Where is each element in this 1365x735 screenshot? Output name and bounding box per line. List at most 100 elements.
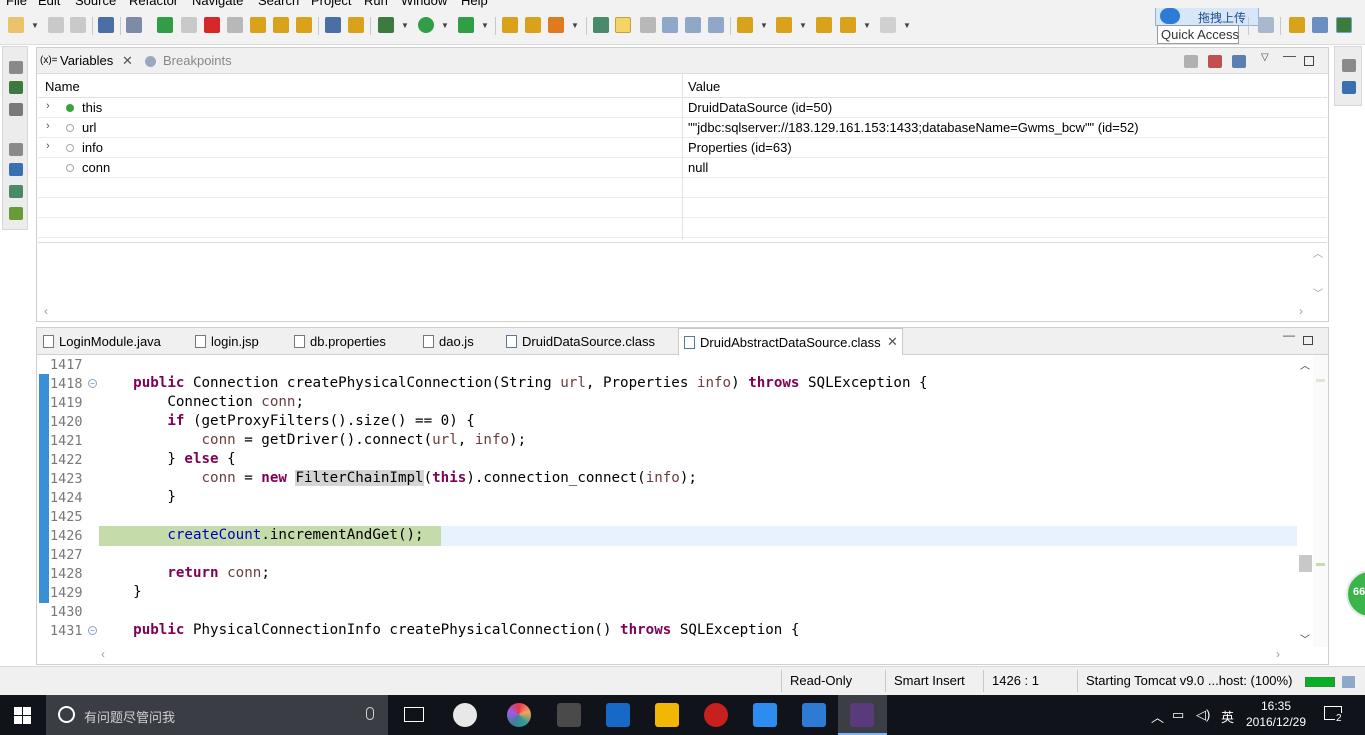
maximize-icon[interactable] bbox=[1304, 56, 1314, 66]
scroll-up-arrow-icon[interactable]: ︿ bbox=[1300, 357, 1310, 372]
code-line[interactable]: Connection conn; bbox=[99, 394, 304, 410]
windows-start-icon[interactable] bbox=[14, 707, 31, 724]
restore-icon[interactable] bbox=[9, 61, 23, 74]
floating-assistant-ball[interactable]: 66 bbox=[1346, 570, 1365, 618]
code-line[interactable]: return conn; bbox=[99, 565, 270, 581]
overview-marker[interactable] bbox=[1316, 379, 1325, 382]
code-line[interactable]: public PhysicalConnectionInfo createPhys… bbox=[99, 622, 799, 638]
battery-icon[interactable]: ▭ bbox=[1172, 707, 1184, 723]
cortana-search-box[interactable]: 有问题尽管问我 bbox=[46, 695, 388, 735]
open-perspective-icon[interactable] bbox=[1258, 17, 1274, 33]
menu-navigate[interactable]: Navigate bbox=[192, 0, 243, 8]
column-header-name[interactable]: Name bbox=[45, 79, 80, 94]
block-selection-icon[interactable] bbox=[640, 17, 656, 33]
chevron-down-icon[interactable]: ▼ bbox=[571, 21, 579, 30]
chevron-down-icon[interactable]: ▼ bbox=[799, 21, 807, 30]
app-icon-zhihu[interactable] bbox=[606, 703, 630, 727]
chevron-down-icon[interactable]: ▼ bbox=[401, 21, 409, 30]
menu-file[interactable]: File bbox=[6, 0, 27, 8]
tab-druiddatasource-class[interactable]: DruidDataSource.class bbox=[506, 328, 655, 355]
microphone-icon[interactable] bbox=[366, 707, 374, 720]
scrollbar-thumb[interactable] bbox=[1299, 555, 1312, 572]
chevron-down-icon[interactable]: ▼ bbox=[903, 21, 911, 30]
new-icon[interactable] bbox=[8, 17, 24, 33]
servers-icon[interactable] bbox=[9, 103, 23, 116]
scroll-right-arrow-icon[interactable]: › bbox=[1299, 304, 1303, 318]
scroll-left-arrow-icon[interactable]: ‹ bbox=[44, 304, 48, 318]
tab-db-properties[interactable]: db.properties bbox=[294, 328, 386, 355]
horizontal-scrollbar[interactable]: ‹ › bbox=[95, 647, 1295, 663]
restore-icon[interactable] bbox=[1342, 59, 1356, 72]
taskbar-eclipse-active[interactable] bbox=[838, 695, 887, 735]
vertical-scrollbar[interactable]: ︿ ﹀ bbox=[1297, 355, 1313, 647]
terminal-icon[interactable] bbox=[98, 17, 114, 33]
code-line[interactable]: if (getProxyFilters().size() == 0) { bbox=[99, 413, 475, 429]
restore-icon[interactable] bbox=[9, 143, 23, 156]
java-ee-perspective-icon[interactable] bbox=[1289, 17, 1305, 33]
code-line[interactable]: conn = new FilterChainImpl(this).connect… bbox=[99, 470, 697, 486]
app-icon-box[interactable] bbox=[655, 703, 679, 727]
menu-search[interactable]: Search bbox=[258, 0, 299, 8]
baidu-upload-widget[interactable]: 拖拽上传 bbox=[1155, 8, 1259, 26]
forward-icon[interactable] bbox=[880, 17, 896, 33]
show-whitespace-icon[interactable] bbox=[662, 17, 678, 33]
column-divider[interactable] bbox=[682, 74, 683, 240]
save-all-icon[interactable] bbox=[70, 17, 86, 33]
scroll-down-arrow-icon[interactable]: ﹀ bbox=[1300, 631, 1310, 646]
overview-ruler[interactable] bbox=[1313, 355, 1328, 647]
status-insert-mode[interactable]: Smart Insert bbox=[894, 673, 965, 688]
step-into-icon[interactable] bbox=[250, 17, 266, 33]
toggle-breadcrumb-icon[interactable] bbox=[593, 17, 609, 33]
tab-dao-js[interactable]: dao.js bbox=[423, 328, 474, 355]
chevron-down-icon[interactable]: ▼ bbox=[760, 21, 768, 30]
show-type-names-icon[interactable] bbox=[1184, 55, 1198, 68]
menu-run[interactable]: Run bbox=[364, 0, 388, 8]
app-icon-snail[interactable] bbox=[704, 703, 728, 727]
menu-source[interactable]: Source bbox=[75, 0, 116, 8]
app-icon-feather[interactable] bbox=[753, 703, 777, 727]
debug-icon[interactable] bbox=[378, 17, 394, 33]
chevron-down-icon[interactable]: ▼ bbox=[441, 21, 449, 30]
debug-view-icon[interactable] bbox=[9, 81, 23, 94]
outline-icon[interactable] bbox=[1342, 81, 1356, 94]
java-perspective-icon[interactable] bbox=[1312, 17, 1328, 33]
code-line[interactable]: conn = getDriver().connect(url, info); bbox=[99, 432, 527, 448]
disconnect-icon[interactable] bbox=[227, 17, 243, 33]
menu-project[interactable]: Project bbox=[311, 0, 351, 8]
show-source-icon[interactable] bbox=[708, 17, 724, 33]
chevron-right-icon[interactable]: › bbox=[46, 120, 50, 132]
open-type-icon[interactable] bbox=[525, 17, 541, 33]
progress-view-icon[interactable] bbox=[1342, 676, 1355, 688]
column-header-value[interactable]: Value bbox=[688, 79, 720, 94]
speaker-icon[interactable]: ◁) bbox=[1196, 707, 1210, 723]
minimize-icon[interactable]: — bbox=[1283, 48, 1296, 63]
tab-variables[interactable]: Variables bbox=[60, 53, 113, 68]
maximize-icon[interactable] bbox=[1303, 336, 1313, 345]
run-external-tools-icon[interactable] bbox=[458, 17, 474, 33]
mark-occurrences-icon[interactable] bbox=[615, 17, 631, 33]
code-line[interactable]: createCount.incrementAndGet(); bbox=[99, 527, 423, 543]
chevron-down-icon[interactable]: ▼ bbox=[31, 21, 39, 30]
debug-perspective-icon[interactable] bbox=[1336, 17, 1352, 33]
previous-annotation-icon[interactable] bbox=[776, 17, 792, 33]
last-edit-location-icon[interactable] bbox=[816, 17, 832, 33]
tab-login-jsp[interactable]: login.jsp bbox=[195, 328, 259, 355]
menu-edit[interactable]: Edit bbox=[38, 0, 60, 8]
resume-icon[interactable] bbox=[157, 17, 173, 33]
back-icon[interactable] bbox=[840, 17, 856, 33]
tasks-icon[interactable] bbox=[9, 185, 23, 198]
close-icon[interactable]: ✕ bbox=[122, 53, 133, 69]
run-icon[interactable] bbox=[418, 17, 434, 33]
console-icon[interactable] bbox=[9, 163, 23, 176]
chevron-down-icon[interactable]: ▼ bbox=[863, 21, 871, 30]
close-icon[interactable]: ✕ bbox=[887, 334, 898, 350]
quick-access-input[interactable]: Quick Access bbox=[1157, 25, 1239, 44]
search-tools-icon[interactable] bbox=[548, 17, 564, 33]
detail-pane[interactable]: ︿ ﹀ bbox=[38, 242, 1327, 304]
ime-indicator[interactable]: 英 bbox=[1221, 707, 1234, 726]
use-step-filters-icon[interactable] bbox=[348, 17, 364, 33]
word-wrap-icon[interactable] bbox=[685, 17, 701, 33]
minimize-icon[interactable]: — bbox=[1283, 328, 1295, 342]
app-icon-baidu-cloud[interactable] bbox=[802, 703, 826, 727]
drop-to-frame-icon[interactable] bbox=[325, 17, 341, 33]
